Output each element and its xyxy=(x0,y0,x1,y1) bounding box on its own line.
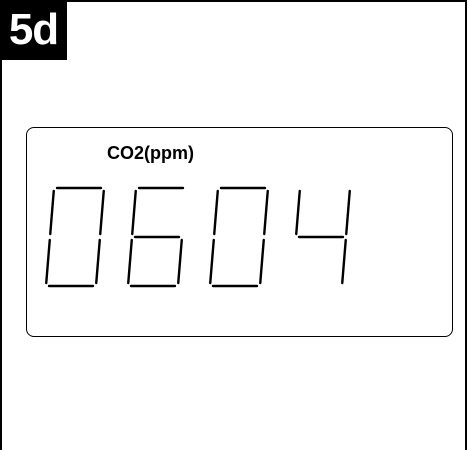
digit-3-segment-e xyxy=(209,238,215,285)
digit-1-segment-e xyxy=(45,238,51,285)
digit-4-segment-f xyxy=(295,189,301,236)
lcd-digits xyxy=(45,186,351,288)
digit-1-segment-f xyxy=(49,189,55,236)
digit-3-segment-c xyxy=(259,238,265,285)
digit-2-segment-f xyxy=(131,189,137,236)
digit-1-segment-c xyxy=(95,238,101,285)
digit-3-segment-f xyxy=(213,189,219,236)
digit-4-segment-b xyxy=(345,189,351,236)
digit-2-segment-e xyxy=(127,238,133,285)
digit-3-segment-b xyxy=(263,189,269,236)
digit-1-segment-b xyxy=(99,189,105,236)
digit-2-segment-c xyxy=(177,238,183,285)
digit-4-segment-c xyxy=(341,238,347,285)
